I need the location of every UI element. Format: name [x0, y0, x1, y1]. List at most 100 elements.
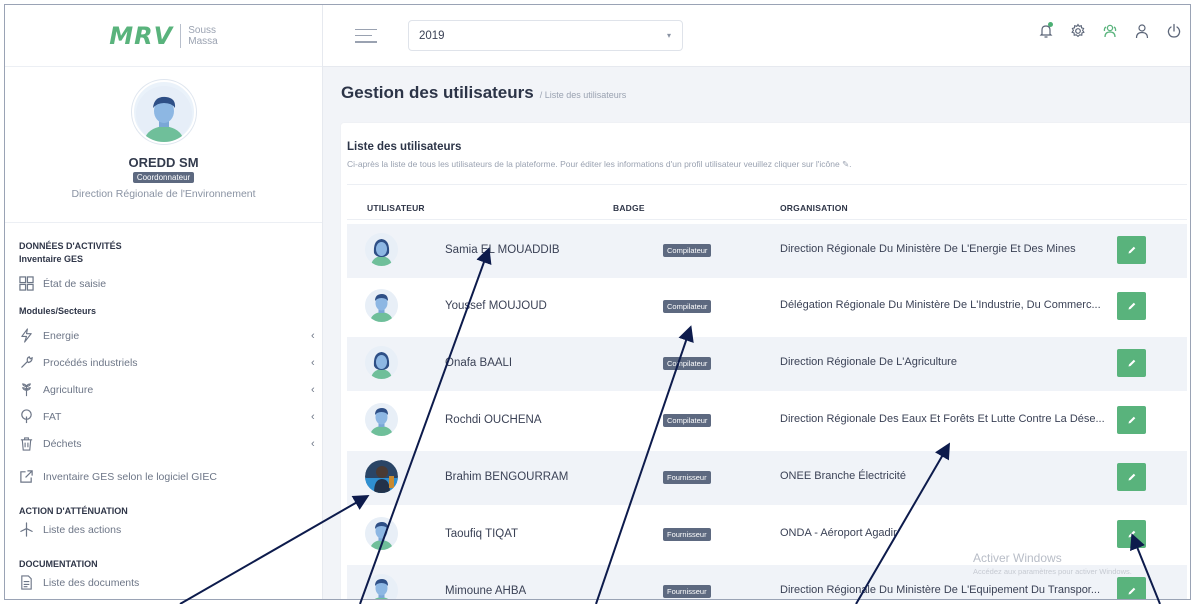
tree-icon — [21, 409, 32, 424]
app-window: MRV Souss Massa OREDD SM Coordonnateur D… — [4, 4, 1191, 600]
sidebar-item-documents[interactable]: Liste des documents — [19, 569, 322, 596]
notification-dot — [1048, 22, 1053, 27]
divider — [347, 219, 1187, 220]
sidebar-nav: DONNÉES D'ACTIVITÉS Inventaire GES État … — [5, 223, 322, 596]
user-badge: Compilateur — [663, 300, 712, 313]
wheat-icon — [22, 383, 31, 397]
settings-button[interactable] — [1062, 23, 1094, 39]
windows-activation-subtitle: Accédez aux paramètres pour activer Wind… — [973, 567, 1132, 576]
edit-user-button[interactable] — [1117, 292, 1146, 320]
profile-organization: Direction Régionale de l'Environnement — [71, 188, 256, 200]
nav-section-documentation: DOCUMENTATION — [19, 559, 98, 569]
female-avatar-icon — [365, 233, 398, 266]
brand-separator — [180, 23, 182, 48]
male-avatar-icon — [365, 517, 398, 550]
user-avatar — [365, 289, 398, 322]
profile-role-badge: Coordonnateur — [132, 172, 195, 183]
brand-region-line2: Massa — [188, 35, 218, 47]
brand-region-line1: Souss — [188, 24, 217, 36]
chevron-left-icon: ‹ — [311, 356, 315, 369]
table-row: Samia EL MOUADDIB Compilateur Direction Ré… — [347, 224, 1187, 278]
chevron-down-icon: ▾ — [666, 31, 671, 40]
sidebar-item-label: FAT — [43, 410, 62, 423]
page-title: Gestion des utilisateurs — [341, 83, 534, 102]
topbar: 2019 ▾ — [323, 5, 1190, 67]
sidebar-item-dechets[interactable]: Déchets ‹ — [19, 430, 322, 457]
external-link-icon — [20, 470, 33, 483]
edit-user-button[interactable] — [1117, 577, 1146, 599]
trash-icon — [20, 437, 33, 451]
sidebar-item-label: Energie — [43, 329, 80, 342]
nav-section-activities: DONNÉES D'ACTIVITÉS — [19, 241, 122, 251]
sidebar-item-giec[interactable]: Inventaire GES selon le logiciel GIEC — [19, 463, 322, 490]
user-photo-icon — [365, 460, 398, 493]
hamburger-menu-icon[interactable] — [355, 28, 377, 43]
sidebar-item-label: Procédés industriels — [43, 356, 138, 369]
pencil-icon — [1128, 530, 1135, 538]
user-organization: Direction Régionale Des Eaux Et Forêts E… — [780, 413, 1105, 425]
windows-activation-title: Activer Windows — [973, 551, 1062, 565]
column-header-user: UTILISATEUR — [367, 203, 425, 213]
sidebar-item-label: Inventaire GES selon le logiciel GIEC — [43, 470, 217, 483]
user-name: Mimoune AHBA — [445, 585, 527, 597]
pencil-icon — [1128, 587, 1135, 595]
topbar-actions — [1030, 22, 1190, 39]
logout-button[interactable] — [1158, 23, 1190, 39]
profile-avatar[interactable] — [131, 80, 196, 144]
sidebar-item-energie[interactable]: Energie ‹ — [19, 322, 322, 349]
brand[interactable]: MRV Souss Massa — [5, 5, 322, 67]
divider — [347, 184, 1187, 185]
sidebar-item-etat-saisie[interactable]: État de saisie — [19, 270, 322, 297]
user-badge: Fournisseur — [663, 471, 711, 484]
sidebar-item-procedes[interactable]: Procédés industriels ‹ — [19, 349, 322, 376]
user-badge: Compilateur — [663, 357, 712, 370]
user-organization: Direction Régionale Du Ministère De L'En… — [780, 243, 1076, 255]
wrench-icon — [21, 356, 33, 368]
users-button[interactable] — [1094, 23, 1126, 39]
user-organization: Direction Régionale De L'Agriculture — [780, 356, 957, 368]
user-organization: Délégation Régionale Du Ministère De L'I… — [780, 299, 1101, 311]
table-row: Onafa BAALI Compilateur Direction Régional… — [347, 337, 1187, 391]
user-organization: Direction Régionale Du Ministère De L'Eq… — [780, 584, 1101, 596]
pencil-icon — [1128, 473, 1135, 481]
notification-button[interactable] — [1030, 22, 1062, 39]
chevron-left-icon: ‹ — [311, 329, 315, 342]
edit-user-button[interactable] — [1117, 349, 1146, 377]
edit-user-button[interactable] — [1117, 520, 1146, 548]
year-select[interactable]: 2019 ▾ — [408, 20, 683, 51]
sidebar-item-agriculture[interactable]: Agriculture ‹ — [19, 376, 322, 403]
sidebar-item-actions[interactable]: Liste des actions — [19, 516, 322, 543]
edit-user-button[interactable] — [1117, 236, 1146, 264]
user-name: Onafa BAALI — [445, 357, 513, 369]
brand-region: Souss Massa — [188, 25, 217, 47]
windmill-icon — [20, 522, 33, 537]
user-icon — [1135, 24, 1149, 39]
year-select-value: 2019 — [419, 29, 445, 42]
card-description: Ci-après la liste de tous les utilisateu… — [347, 159, 852, 169]
pencil-icon — [1128, 416, 1135, 424]
gear-icon — [1071, 23, 1085, 38]
edit-user-button[interactable] — [1117, 406, 1146, 434]
sidebar-item-fat[interactable]: FAT ‹ — [19, 403, 322, 430]
user-badge: Fournisseur — [663, 585, 711, 598]
edit-user-button[interactable] — [1117, 463, 1146, 491]
user-organization: ONEE Branche Électricité — [780, 470, 906, 482]
table-row: Youssef MOUJOUD Compilateur Délégation Rég… — [347, 280, 1187, 334]
grid-icon — [19, 276, 34, 291]
table-row: Brahim BENGOURRAM Fournisseur ONEE Branche… — [347, 451, 1187, 505]
user-avatar — [365, 574, 398, 599]
user-badge: Compilateur — [663, 414, 712, 427]
user-name: Taoufiq TIQAT — [445, 528, 519, 540]
sidebar: MRV Souss Massa OREDD SM Coordonnateur D… — [5, 5, 323, 599]
document-icon — [21, 575, 32, 590]
breadcrumb[interactable]: / Liste des utilisateurs — [540, 90, 627, 100]
male-avatar-icon — [365, 574, 398, 599]
sidebar-item-label: Liste des documents — [43, 576, 140, 589]
user-organization: ONDA - Aéroport Agadir — [780, 527, 897, 539]
female-avatar-icon — [365, 346, 398, 379]
profile-button[interactable] — [1126, 23, 1158, 39]
male-avatar-icon — [135, 86, 192, 142]
user-avatar — [365, 403, 398, 436]
user-avatar — [365, 517, 398, 550]
user-avatar — [365, 346, 398, 379]
